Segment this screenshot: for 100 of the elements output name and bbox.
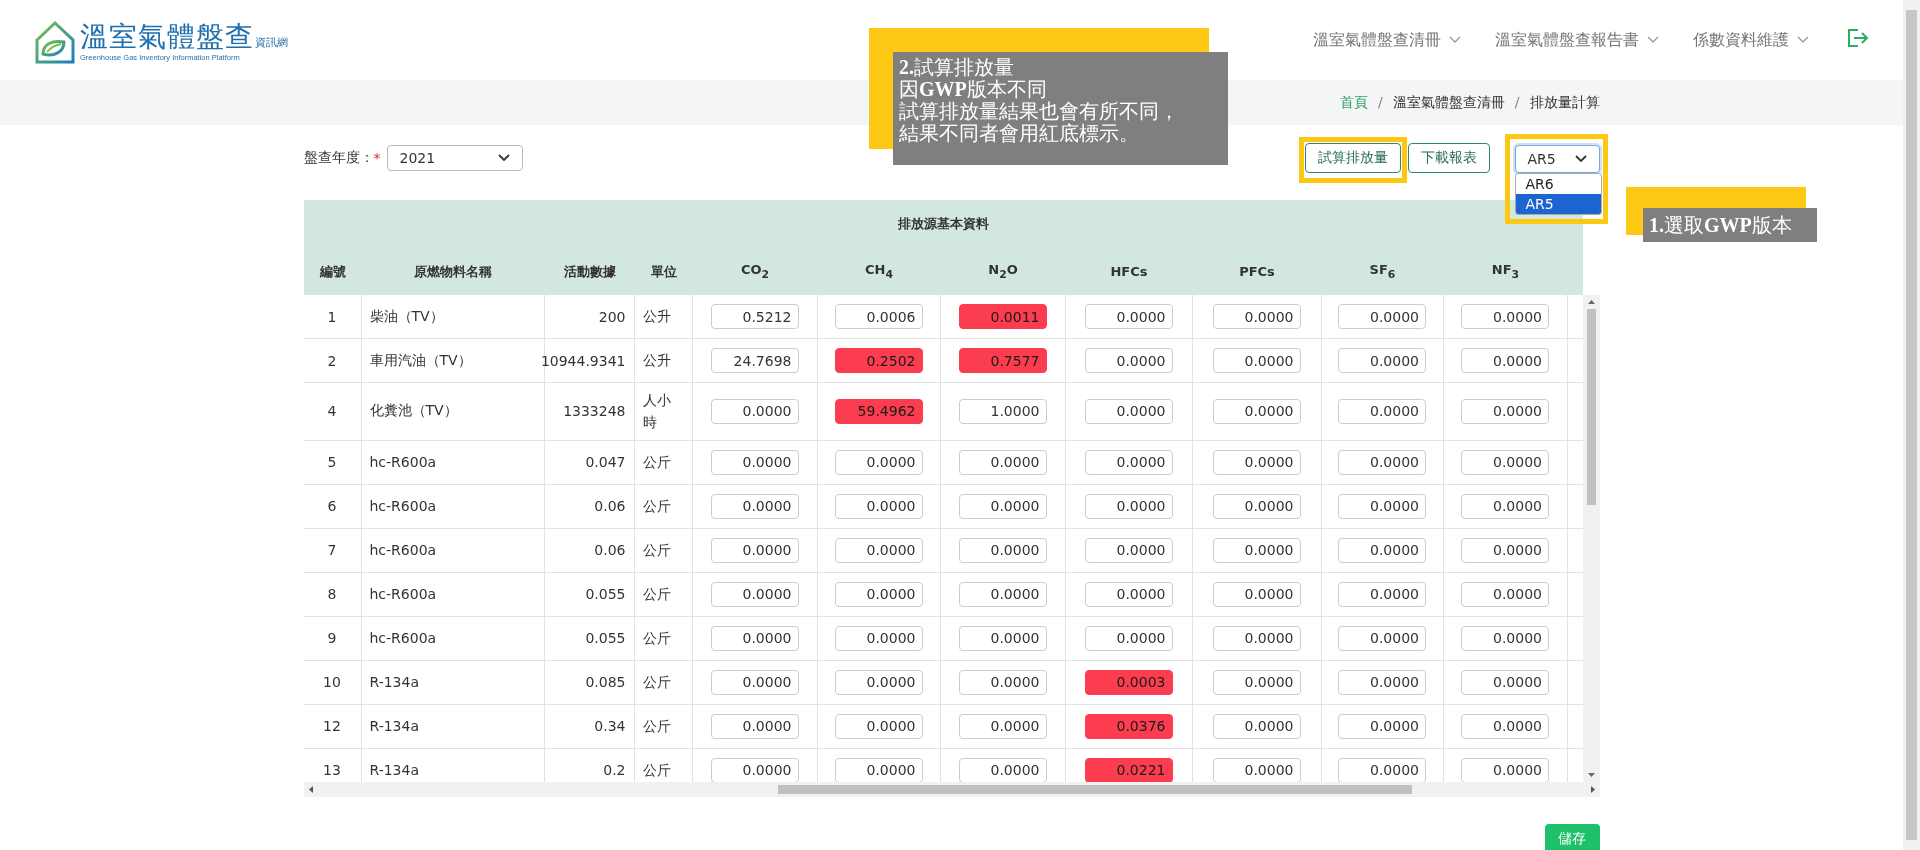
nav-menu-item[interactable]: 係數資料維護 bbox=[1693, 29, 1809, 51]
value-field[interactable]: 0.0000 bbox=[834, 713, 923, 739]
nav-menu-item[interactable]: 溫室氣體盤查報告書 bbox=[1495, 29, 1659, 51]
value-field[interactable]: 0.0000 bbox=[1212, 493, 1301, 519]
value-field[interactable]: 0.0000 bbox=[1212, 398, 1301, 424]
value-field[interactable]: 0.0000 bbox=[1084, 581, 1173, 607]
value-field[interactable]: 0.0000 bbox=[1212, 669, 1301, 695]
value-field[interactable]: 59.4962 bbox=[834, 398, 923, 424]
value-field[interactable]: 0.2502 bbox=[834, 348, 923, 373]
value-field[interactable]: 0.0000 bbox=[710, 537, 799, 563]
chevron-down-icon bbox=[1647, 36, 1659, 44]
value-field[interactable]: 0.5212 bbox=[710, 304, 799, 329]
value-field[interactable]: 0.0376 bbox=[1084, 713, 1173, 739]
value-field[interactable]: 0.0000 bbox=[1212, 625, 1301, 651]
value-field[interactable]: 0.0000 bbox=[1461, 625, 1549, 651]
value-field[interactable]: 0.0000 bbox=[1338, 304, 1426, 329]
value-field[interactable]: 0.0000 bbox=[958, 449, 1047, 475]
value-field[interactable]: 0.0000 bbox=[1084, 625, 1173, 651]
value-field[interactable]: 0.0000 bbox=[1084, 304, 1173, 329]
value-field[interactable]: 0.0000 bbox=[958, 625, 1047, 651]
dropdown-option[interactable]: AR5 bbox=[1515, 194, 1601, 214]
table-cell: 4 bbox=[303, 383, 362, 440]
value-field[interactable]: 0.0000 bbox=[1212, 713, 1301, 739]
page-scrollbar[interactable] bbox=[1903, 0, 1920, 850]
vertical-scrollbar[interactable] bbox=[1582, 295, 1600, 782]
value-field[interactable]: 0.0011 bbox=[958, 304, 1047, 329]
value-field[interactable]: 0.0000 bbox=[1338, 493, 1426, 519]
value-field[interactable]: 0.0000 bbox=[834, 581, 923, 607]
nav-menu-item[interactable]: 溫室氣體盤查清冊 bbox=[1313, 29, 1461, 51]
value-field[interactable]: 0.0000 bbox=[710, 625, 799, 651]
value-field[interactable]: 0.0000 bbox=[1461, 669, 1549, 695]
year-select[interactable]: 2021 bbox=[386, 145, 523, 171]
value-field[interactable]: 0.0000 bbox=[710, 449, 799, 475]
value-field[interactable]: 0.0006 bbox=[834, 304, 923, 329]
value-field[interactable]: 0.7577 bbox=[958, 348, 1047, 373]
value-field[interactable]: 0.0000 bbox=[1461, 449, 1549, 475]
value-field[interactable]: 0.0000 bbox=[710, 713, 799, 739]
value-field[interactable]: 0.0000 bbox=[1461, 493, 1549, 519]
value-field[interactable]: 0.0000 bbox=[710, 493, 799, 519]
value-field[interactable]: 0.0000 bbox=[1338, 581, 1426, 607]
value-field[interactable]: 0.0000 bbox=[1084, 348, 1173, 373]
value-field[interactable]: 0.0000 bbox=[834, 449, 923, 475]
value-field[interactable]: 0.0000 bbox=[1338, 669, 1426, 695]
value-field[interactable]: 1.0000 bbox=[958, 398, 1047, 424]
value-field[interactable]: 0.0000 bbox=[1212, 304, 1301, 329]
value-field[interactable]: 0.0000 bbox=[1338, 398, 1426, 424]
value-field[interactable]: 0.0000 bbox=[1338, 713, 1426, 739]
value-field[interactable]: 0.0000 bbox=[834, 625, 923, 651]
breadcrumb-link[interactable]: 溫室氣體盤查清冊 bbox=[1392, 93, 1505, 112]
value-field[interactable]: 0.0000 bbox=[710, 757, 799, 782]
value-field[interactable]: 0.0000 bbox=[1212, 348, 1301, 373]
value-field[interactable]: 0.0000 bbox=[958, 493, 1047, 519]
horizontal-scrollbar[interactable] bbox=[303, 782, 1600, 797]
action-button[interactable]: 下載報表 bbox=[1407, 143, 1490, 173]
value-field[interactable]: 0.0000 bbox=[1338, 537, 1426, 563]
value-field[interactable]: 0.0221 bbox=[1084, 757, 1173, 782]
value-field[interactable]: 0.0000 bbox=[958, 537, 1047, 563]
table-cell: R-134a bbox=[361, 704, 545, 748]
dropdown-option[interactable]: AR6 bbox=[1515, 174, 1601, 194]
value-field[interactable]: 0.0000 bbox=[1084, 398, 1173, 424]
value-field[interactable]: 0.0000 bbox=[1084, 449, 1173, 475]
value-field[interactable]: 0.0000 bbox=[1084, 493, 1173, 519]
action-button[interactable]: 試算排放量 bbox=[1304, 143, 1401, 173]
value-field[interactable]: 0.0000 bbox=[834, 493, 923, 519]
value-field[interactable]: 0.0000 bbox=[1461, 537, 1549, 563]
value-field[interactable]: 0.0000 bbox=[1461, 348, 1549, 373]
value-field[interactable]: 0.0000 bbox=[958, 581, 1047, 607]
breadcrumb-link[interactable]: 排放量計算 bbox=[1529, 93, 1600, 112]
value-field[interactable]: 24.7698 bbox=[710, 348, 799, 373]
value-field[interactable]: 0.0000 bbox=[834, 537, 923, 563]
value-field[interactable]: 0.0000 bbox=[1212, 537, 1301, 563]
value-field[interactable]: 0.0000 bbox=[1338, 757, 1426, 782]
gwp-select[interactable]: AR5 bbox=[1514, 145, 1600, 173]
value-field[interactable]: 0.0000 bbox=[1461, 304, 1549, 329]
value-field[interactable]: 0.0000 bbox=[1461, 757, 1549, 782]
value-field[interactable]: 0.0000 bbox=[1212, 757, 1301, 782]
value-field[interactable]: 0.0000 bbox=[710, 398, 799, 424]
value-field[interactable]: 0.0000 bbox=[1338, 449, 1426, 475]
scrollbar-thumb[interactable] bbox=[1586, 309, 1596, 505]
value-field[interactable]: 0.0000 bbox=[710, 669, 799, 695]
scrollbar-thumb[interactable] bbox=[777, 785, 1412, 794]
value-field[interactable]: 0.0003 bbox=[1084, 669, 1173, 695]
value-field[interactable]: 0.0000 bbox=[958, 669, 1047, 695]
value-field[interactable]: 0.0000 bbox=[834, 757, 923, 782]
value-field[interactable]: 0.0000 bbox=[1212, 449, 1301, 475]
value-field[interactable]: 0.0000 bbox=[1084, 537, 1173, 563]
value-field[interactable]: 0.0000 bbox=[1338, 348, 1426, 373]
table-cell: hc-R600a bbox=[361, 572, 545, 616]
value-field[interactable]: 0.0000 bbox=[1461, 581, 1549, 607]
logout-icon[interactable] bbox=[1847, 28, 1869, 48]
value-field[interactable]: 0.0000 bbox=[1461, 713, 1549, 739]
value-field[interactable]: 0.0000 bbox=[710, 581, 799, 607]
value-field[interactable]: 0.0000 bbox=[1338, 625, 1426, 651]
value-field[interactable]: 0.0000 bbox=[1212, 581, 1301, 607]
value-field[interactable]: 0.0000 bbox=[1461, 398, 1549, 424]
value-field[interactable]: 0.0000 bbox=[834, 669, 923, 695]
table-cell: 公斤 bbox=[634, 528, 693, 572]
value-field[interactable]: 0.0000 bbox=[958, 757, 1047, 782]
value-field[interactable]: 0.0000 bbox=[958, 713, 1047, 739]
scrollbar-thumb[interactable] bbox=[1906, 10, 1917, 840]
